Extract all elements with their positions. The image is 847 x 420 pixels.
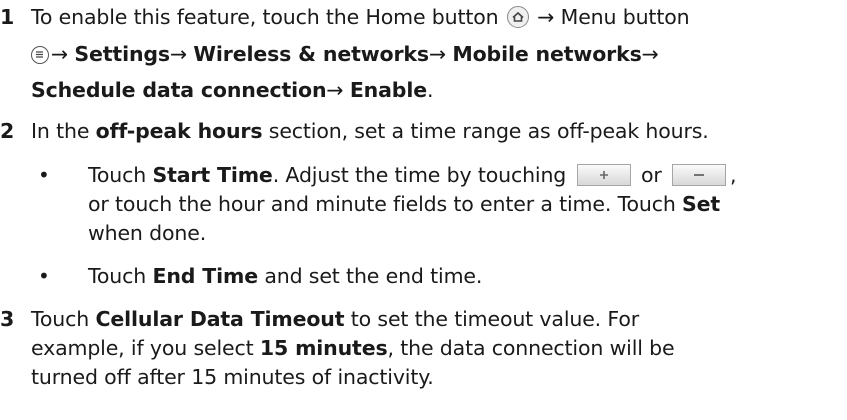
step-1-line-2: → Settings→ Wireless & networks→ Mobile … — [31, 41, 659, 67]
step-2-line-1: In the off-peak hours section, set a tim… — [31, 119, 709, 143]
bullet-2-line-1: Touch End Time and set the end time. — [88, 264, 483, 288]
arrow-icon: → — [169, 42, 188, 66]
arrow-icon: → — [537, 5, 555, 29]
arrow-icon: → — [428, 42, 446, 66]
home-icon — [506, 6, 529, 28]
bullet-1-line-3: when done. — [88, 221, 207, 245]
step-3-line-2: example, if you select 15 minutes, the d… — [31, 336, 675, 360]
arrow-icon: → — [326, 78, 344, 102]
step-number: 2 — [0, 119, 15, 143]
step-1-line-3: Schedule data connection→ Enable. — [31, 78, 434, 102]
step-3-line-1: Touch Cellular Data Timeout to set the t… — [31, 307, 639, 331]
minus-button-icon — [671, 164, 726, 186]
bullet-icon: • — [38, 264, 50, 288]
step-3-line-3: turned off after 15 minutes of inactivit… — [31, 365, 434, 389]
bullet-icon: • — [38, 163, 50, 187]
bullet-1-line-2: or touch the hour and minute fields to e… — [88, 192, 721, 216]
step-number: 3 — [0, 307, 15, 331]
step-1-line-1: To enable this feature, touch the Home b… — [31, 5, 690, 29]
step-number: 1 — [0, 5, 15, 29]
document-page: 1 To enable this feature, touch the Home… — [0, 0, 847, 420]
arrow-icon: → — [51, 42, 69, 66]
plus-button-icon — [576, 164, 631, 186]
menu-icon — [31, 46, 49, 64]
bullet-1-line-1: Touch Start Time. Adjust the time by tou… — [88, 163, 737, 187]
arrow-icon: → — [641, 42, 659, 66]
